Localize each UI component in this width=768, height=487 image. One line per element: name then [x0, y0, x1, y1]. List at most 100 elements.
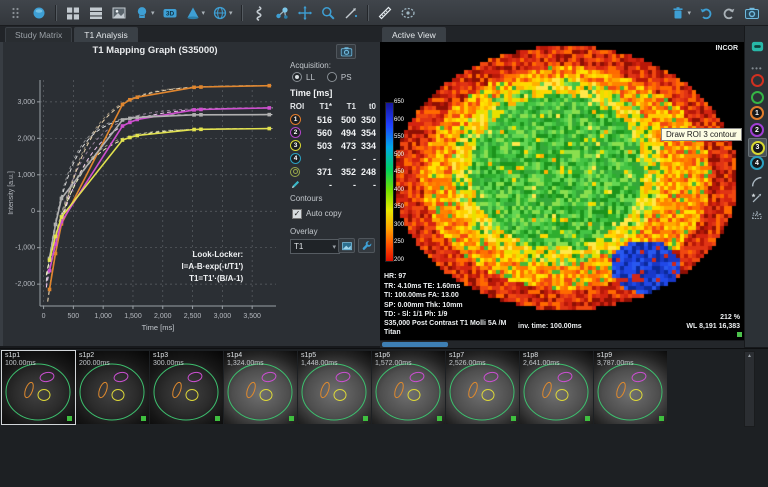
hscrollbar-thumb[interactable] — [382, 342, 448, 347]
thumbnail-id: s1p4 — [227, 352, 242, 359]
thumbnail-indicator — [363, 416, 368, 421]
radio-ps[interactable] — [327, 72, 337, 82]
thumbnail-time: 2,641.00ms — [523, 360, 560, 367]
toolbar-grip[interactable] — [6, 3, 26, 23]
thumbnail-time: 1,572.00ms — [375, 360, 412, 367]
inversion-time-label: inv. time: 100.00ms — [518, 323, 582, 330]
roi-results-table: ROIT1*T1t0151650035025604943543503473334… — [290, 100, 378, 191]
thumbnail-s1p4[interactable]: s1p41,324.00ms — [224, 351, 297, 424]
roi-table-row-6[interactable]: --- — [290, 178, 378, 191]
svg-text:Time [ms]: Time [ms] — [142, 323, 175, 332]
info-line: TI: 100.00ms FA: 13.00 — [384, 291, 463, 301]
overlay-select[interactable]: T1 ▾ — [290, 239, 340, 254]
active-view-indicator — [737, 332, 742, 337]
thumbnail-time: 300.00ms — [153, 360, 184, 367]
snapshot-icon[interactable] — [742, 3, 762, 23]
tab-study-matrix[interactable]: Study Matrix — [5, 27, 72, 42]
thumbnail-id: s1p1 — [5, 352, 20, 359]
overlay-label: Overlay — [290, 227, 318, 236]
roi-table-row-1[interactable]: 1516500350 — [290, 113, 378, 126]
roi-table-row-5[interactable]: 371352248 — [290, 165, 378, 178]
thumbnail-s1p1[interactable]: s1p1100.00ms — [2, 351, 75, 424]
colorbar-tick: 500 — [394, 152, 404, 158]
draw-roi-2-contour-icon[interactable]: 2 — [749, 122, 765, 138]
svg-text:2,500: 2,500 — [184, 313, 202, 320]
toolbar-separator — [367, 5, 369, 21]
panel-splitter[interactable] — [0, 42, 3, 346]
scanner-label: Titan — [384, 329, 401, 336]
thumbnail-indicator — [141, 416, 146, 421]
thumbnail-time: 1,448.00ms — [301, 360, 338, 367]
svg-text:Intensity [a.u.]: Intensity [a.u.] — [8, 171, 15, 215]
spine-tool-icon[interactable] — [249, 3, 269, 23]
colorbar-tick: 250 — [394, 239, 404, 245]
tab-active-view[interactable]: Active View — [382, 27, 446, 42]
auto-copy-checkbox[interactable]: ✓ — [292, 209, 302, 219]
mask-tool-icon[interactable] — [398, 3, 418, 23]
ruler-tool-icon[interactable] — [375, 3, 395, 23]
colorbar-tick: 300 — [394, 222, 404, 228]
time-table-header: Time [ms] — [290, 88, 332, 98]
thumbnail-s1p3[interactable]: s1p3300.00ms — [150, 351, 223, 424]
radio-ll[interactable] — [292, 72, 302, 82]
3d-sphere-icon[interactable] — [29, 3, 49, 23]
tab-t1-analysis[interactable]: T1 Analysis — [74, 27, 137, 42]
thumbnail-s1p8[interactable]: s1p82,641.00ms — [520, 351, 593, 424]
t1-analysis-application: ▾3D▾▾ ▾ Study Matrix T1 Analysis Active … — [0, 0, 768, 487]
zoom-tool-icon[interactable] — [318, 3, 338, 23]
draw-roi-4-contour-icon[interactable]: 4 — [749, 155, 765, 171]
svg-text:-1,000: -1,000 — [15, 245, 35, 252]
rows-layout-icon[interactable] — [86, 3, 106, 23]
matrix-layout-icon[interactable] — [63, 3, 83, 23]
thumbnail-time: 3,787.00ms — [597, 360, 634, 367]
thumbnail-s1p6[interactable]: s1p61,572.00ms — [372, 351, 445, 424]
thumbnail-id: s1p3 — [153, 352, 168, 359]
thumbnail-s1p9[interactable]: s1p93,787.00ms — [594, 351, 667, 424]
auto-copy-label: Auto copy — [306, 209, 342, 218]
thumbnail-s1p5[interactable]: s1p51,448.00ms — [298, 351, 371, 424]
svg-text:-2,000: -2,000 — [15, 281, 35, 288]
roi-4-icon: 4 — [290, 153, 306, 164]
image-layout-icon[interactable] — [109, 3, 129, 23]
delete-icon[interactable]: ▾ — [668, 3, 693, 23]
undo-icon[interactable] — [696, 3, 716, 23]
roi-table-row-4[interactable]: 4--- — [290, 152, 378, 165]
roi-1-icon: 1 — [290, 114, 306, 125]
radio-ll-label: LL — [306, 73, 315, 82]
active-view-hscrollbar[interactable] — [380, 340, 744, 348]
redo-icon[interactable] — [719, 3, 739, 23]
thumbnail-id: s1p6 — [375, 352, 390, 359]
globe-tool-icon[interactable]: ▾ — [210, 3, 235, 23]
cone-tool-icon[interactable]: ▾ — [183, 3, 208, 23]
thumbnail-indicator — [289, 416, 294, 421]
pointer-tool-icon[interactable] — [341, 3, 361, 23]
draw-roi-1-contour-icon[interactable]: 1 — [749, 105, 765, 121]
head-view-icon[interactable]: ▾ — [132, 3, 157, 23]
crown-tool-icon[interactable] — [749, 207, 765, 223]
scroll-up-icon[interactable]: ▲ — [745, 352, 754, 360]
tooltip: Draw ROI 3 contour — [661, 128, 742, 141]
overlay-settings-button[interactable] — [358, 238, 375, 253]
pan-tool-icon[interactable] — [295, 3, 315, 23]
snapshot-button[interactable] — [336, 44, 356, 59]
thumbnail-scrollbar[interactable]: ▲ — [744, 351, 755, 427]
draw-red-contour-icon[interactable] — [749, 72, 765, 88]
3d-mode-icon[interactable]: 3D — [160, 3, 180, 23]
active-view-tool-icon[interactable] — [749, 38, 765, 54]
overlay-palette-button[interactable] — [338, 238, 355, 253]
thumbnail-s1p2[interactable]: s1p2200.00ms — [76, 351, 149, 424]
roi-5-icon — [290, 167, 306, 177]
point-marker-tool-icon[interactable] — [749, 190, 765, 206]
svg-text:2,000: 2,000 — [17, 135, 35, 142]
arc-tool-icon[interactable] — [749, 174, 765, 190]
info-line: TD: - Sl: 1/1 Ph: 1/9 — [384, 310, 463, 320]
thumbnail-s1p7[interactable]: s1p72,526.00ms — [446, 351, 519, 424]
molecule-tool-icon[interactable] — [272, 3, 292, 23]
roi-table-row-2[interactable]: 2560494354 — [290, 126, 378, 139]
toolbar-separator — [241, 5, 243, 21]
svg-text:1,500: 1,500 — [124, 313, 142, 320]
roi-3-icon: 3 — [290, 140, 306, 151]
roi-table-row-3[interactable]: 3503473334 — [290, 139, 378, 152]
colorbar-tick: 650 — [394, 99, 404, 105]
draw-green-contour-icon[interactable] — [749, 89, 765, 105]
